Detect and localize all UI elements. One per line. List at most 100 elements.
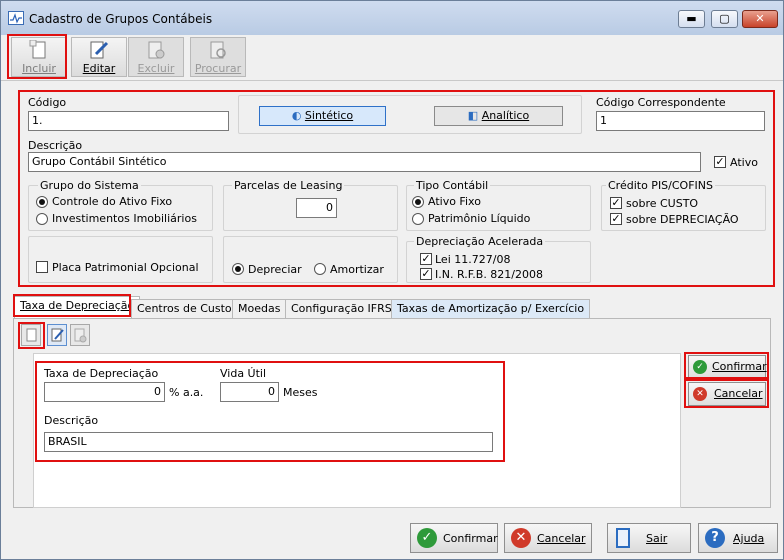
patrimonio-radio[interactable] — [412, 213, 424, 225]
edit-icon — [51, 328, 64, 342]
sobre-custo-label: sobre CUSTO — [626, 197, 699, 210]
detail-confirmar-button[interactable]: ✓ Confirmar — [688, 355, 767, 379]
amortizar-radio[interactable] — [314, 263, 326, 275]
cancelar-button[interactable]: ✕ Cancelar — [504, 523, 592, 553]
taxa-input[interactable]: 0 — [44, 382, 165, 402]
tab-label: Taxas de Amortização p/ Exercício — [397, 302, 585, 315]
investimentos-label: Investimentos Imobiliários — [52, 212, 197, 225]
confirm-icon: ✓ — [417, 528, 437, 548]
placa-label: Placa Patrimonial Opcional — [52, 261, 199, 274]
editar-button[interactable]: Editar — [71, 37, 127, 77]
tab-moedas[interactable]: Moedas — [232, 299, 287, 318]
depreciar-label: Depreciar — [248, 263, 302, 276]
new-document-icon — [29, 40, 46, 59]
window-title: Cadastro de Grupos Contábeis — [29, 12, 213, 26]
delete-icon — [148, 41, 165, 59]
detail-confirmar-label: Confirmar — [712, 360, 767, 373]
tab-label: Moedas — [238, 302, 281, 315]
app-icon — [8, 11, 24, 25]
depreciar-radio[interactable] — [232, 263, 244, 275]
maximize-icon: ▢ — [719, 12, 730, 25]
cancelar-label: Cancelar — [537, 532, 586, 545]
maximize-button[interactable]: ▢ — [711, 10, 738, 28]
search-icon — [210, 41, 226, 59]
credito-title: Crédito PIS/COFINS — [606, 179, 715, 192]
descricao-input[interactable]: Grupo Contábil Sintético — [28, 152, 701, 172]
analitico-button[interactable]: ◧ Analítico — [434, 106, 563, 126]
tab-taxa-depreciacao[interactable]: Taxa de Depreciação — [14, 296, 141, 319]
vida-label: Vida Útil — [220, 367, 267, 380]
investimentos-radio[interactable] — [36, 213, 48, 225]
sintetico-label: Sintético — [304, 109, 354, 122]
minimize-icon: ▬ — [686, 12, 697, 25]
ativo-fixo-radio[interactable] — [412, 196, 424, 208]
tipo-contabil-title: Tipo Contábil — [414, 179, 491, 192]
detail-descricao-label: Descrição — [44, 414, 99, 427]
amortizar-label: Amortizar — [330, 263, 384, 276]
main-window: Cadastro de Grupos Contábeis ▬ ▢ ✕ Inclu… — [0, 0, 784, 560]
sair-label: Sair — [646, 532, 668, 545]
editar-label: Editar — [82, 62, 116, 75]
in-rfb-label: I.N. R.F.B. 821/2008 — [435, 268, 544, 281]
incluir-button[interactable]: Incluir — [11, 37, 67, 77]
help-icon: ? — [705, 528, 725, 548]
tab-taxas-amortizacao[interactable]: Taxas de Amortização p/ Exercício — [391, 299, 591, 318]
procurar-label: Procurar — [194, 62, 242, 75]
controle-ativo-label: Controle do Ativo Fixo — [52, 195, 173, 208]
vida-input[interactable]: 0 — [220, 382, 279, 402]
new-document-icon — [26, 328, 37, 342]
tab-label: Centros de Custo — [137, 302, 232, 315]
detail-cancelar-button[interactable]: ✕ Cancelar — [688, 382, 766, 406]
confirm-icon: ✓ — [693, 360, 707, 374]
mini-delete-button[interactable] — [70, 324, 90, 346]
lei-label: Lei 11.727/08 — [435, 253, 511, 266]
taxa-unit: % a.a. — [169, 386, 204, 399]
minimize-button[interactable]: ▬ — [678, 10, 705, 28]
patrimonio-label: Patrimônio Líquido — [428, 212, 531, 225]
ajuda-label: Ajuda — [733, 532, 765, 545]
mini-new-button[interactable] — [21, 324, 41, 346]
detail-descricao-input[interactable]: BRASIL — [44, 432, 493, 452]
grupo-sistema-title: Grupo do Sistema — [38, 179, 141, 192]
cod-corresp-label: Código Correspondente — [596, 96, 726, 109]
parcelas-input[interactable]: 0 — [296, 198, 337, 218]
sintetico-button[interactable]: ◐ Sintético — [259, 106, 386, 126]
confirmar-button[interactable]: ✓ Confirmar — [410, 523, 498, 553]
codigo-input[interactable]: 1. — [28, 111, 229, 131]
ajuda-button[interactable]: ? Ajuda — [698, 523, 778, 553]
tab-configuracao-ifrs[interactable]: Configuração IFRS — [285, 299, 398, 318]
edit-icon — [90, 41, 109, 59]
parcelas-title: Parcelas de Leasing — [232, 179, 345, 192]
deprec-acel-title: Depreciação Acelerada — [414, 235, 546, 248]
ativo-label: Ativo — [730, 156, 758, 169]
analitico-label: Analítico — [481, 109, 530, 122]
controle-ativo-radio[interactable] — [36, 196, 48, 208]
close-button[interactable]: ✕ — [742, 10, 778, 28]
cancel-icon: ✕ — [511, 528, 531, 548]
confirmar-label: Confirmar — [443, 532, 498, 545]
descricao-label: Descrição — [28, 139, 83, 152]
procurar-button[interactable]: Procurar — [190, 37, 246, 77]
tab-label: Configuração IFRS — [291, 302, 392, 315]
in-rfb-checkbox[interactable]: ✓ — [420, 268, 432, 280]
cancel-icon: ✕ — [693, 387, 707, 401]
sobre-depreciacao-label: sobre DEPRECIAÇÃO — [626, 213, 739, 226]
delete-icon — [74, 328, 87, 343]
sair-button[interactable]: Sair — [607, 523, 691, 553]
tab-label: Taxa de Depreciação — [20, 299, 135, 312]
cod-corresp-input[interactable]: 1 — [596, 111, 765, 131]
mini-edit-button[interactable] — [47, 324, 67, 346]
ativo-checkbox[interactable]: ✓ — [714, 156, 726, 168]
tab-centros-custo[interactable]: Centros de Custo — [131, 299, 238, 318]
sobre-custo-checkbox[interactable]: ✓ — [610, 197, 622, 209]
excluir-label: Excluir — [137, 62, 175, 75]
ativo-fixo-label: Ativo Fixo — [428, 195, 481, 208]
sintetico-icon: ◐ — [291, 109, 305, 122]
incluir-label: Incluir — [22, 62, 56, 75]
placa-group — [28, 236, 213, 283]
sobre-depreciacao-checkbox[interactable]: ✓ — [610, 213, 622, 225]
vida-unit: Meses — [283, 386, 318, 399]
lei-checkbox[interactable]: ✓ — [420, 253, 432, 265]
excluir-button[interactable]: Excluir — [128, 37, 184, 77]
placa-checkbox[interactable] — [36, 261, 48, 273]
